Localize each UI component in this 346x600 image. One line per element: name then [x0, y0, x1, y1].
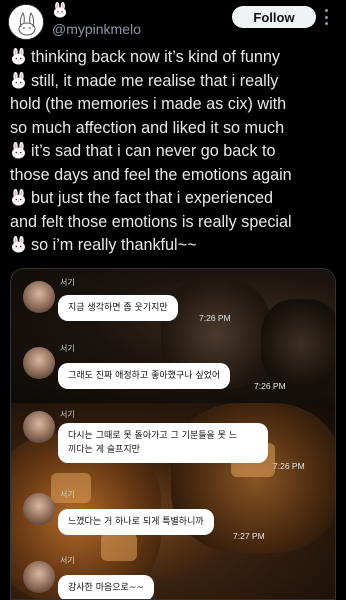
tweet-line: so i’m really thankful~~ — [10, 234, 340, 258]
glass-shape — [261, 299, 335, 389]
chat-sender-name: 서기 — [60, 278, 75, 287]
tweet-line: it’s sad that i can never go back to — [10, 140, 340, 164]
bunny-emoji-icon — [10, 142, 27, 159]
author-handle[interactable]: @mypinkmelo — [52, 21, 141, 37]
chat-avatar — [23, 561, 55, 593]
bunny-emoji-icon — [10, 48, 27, 65]
chat-bubble: 감사한 마음으로~~ — [58, 575, 154, 599]
tweet-line: and felt those emotions is really specia… — [10, 212, 292, 231]
chat-sender-name: 서기 — [60, 556, 75, 565]
chat-sender-name: 서기 — [60, 490, 75, 499]
bunny-emoji-icon — [10, 189, 27, 206]
chat-timestamp: 7:26 PM — [199, 313, 231, 323]
tweet-line: but just the fact that i experienced — [10, 187, 340, 211]
tweet-line: those days and feel the emotions again — [10, 165, 292, 184]
tweet-header: @mypinkmelo Follow — [0, 0, 346, 44]
bunny-avatar-icon — [9, 5, 43, 39]
tweet-line: still, it made me realise that i really — [10, 70, 340, 94]
chat-timestamp: 7:27 PM — [233, 531, 265, 541]
follow-button[interactable]: Follow — [232, 6, 316, 28]
avatar[interactable] — [8, 4, 44, 40]
chat-bubble: 지금 생각하면 좀 웃기지만 — [58, 295, 178, 321]
tweet-line: hold (the memories i made as cix) with — [10, 95, 287, 113]
bunny-icon — [52, 2, 68, 18]
chat-bubble: 느꼈다는 거 하나로 되게 특별하니까 — [58, 509, 214, 535]
chat-bubble-line: 다시는 그때로 못 돌아가고 그 기분들을 못 느 — [68, 431, 238, 441]
chat-avatar — [23, 411, 55, 443]
chat-bubble-line: 끼다는 게 슬프지만 — [68, 445, 140, 455]
chat-sender-name: 서기 — [60, 344, 75, 353]
tweet-line: thinking back now it’s kind of funny — [10, 46, 340, 70]
bunny-emoji-icon — [10, 236, 27, 253]
bunny-emoji-icon — [10, 72, 27, 89]
tweet-text: thinking back now it’s kind of funny sti… — [10, 46, 340, 258]
chat-sender-name: 서기 — [60, 410, 75, 419]
chat-timestamp: 7:26 PM — [254, 381, 286, 391]
chat-avatar — [23, 347, 55, 379]
chat-timestamp: 7:26 PM — [273, 461, 305, 471]
chat-avatar — [23, 493, 55, 525]
ice-shape — [101, 533, 137, 561]
chat-avatar — [23, 281, 55, 313]
more-options-icon[interactable] — [325, 9, 329, 25]
chat-bubble: 다시는 그때로 못 돌아가고 그 기분들을 못 느 끼다는 게 슬프지만 — [58, 423, 268, 463]
tweet-media[interactable]: 서기 지금 생각하면 좀 웃기지만 7:26 PM 서기 그래도 진짜 애정하고… — [10, 268, 336, 600]
tweet-line: so much affection and liked it so much — [10, 118, 285, 137]
chat-bubble: 그래도 진짜 애정하고 좋아했구나 싶었어 — [58, 363, 231, 389]
